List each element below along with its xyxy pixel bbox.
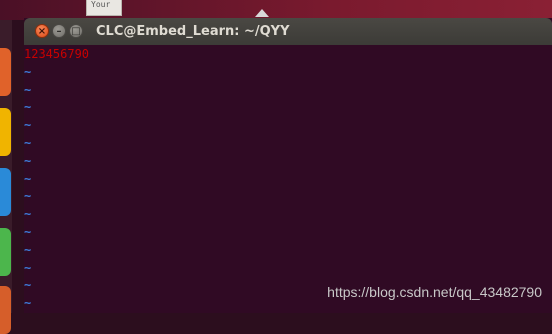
empty-line-marker: ~: [24, 225, 32, 239]
maximize-icon[interactable]: □: [69, 24, 83, 38]
empty-line-marker: ~: [24, 100, 32, 115]
launcher-item-office-icon[interactable]: [0, 228, 11, 276]
watermark-text: https://blog.csdn.net/qq_43482790: [327, 284, 542, 300]
empty-line-marker: ~: [24, 153, 32, 168]
launcher-item-app-icon[interactable]: [0, 168, 11, 216]
desktop-background: Your: [0, 0, 552, 20]
close-icon[interactable]: ×: [35, 24, 49, 38]
empty-line-marker: ~: [24, 189, 32, 204]
empty-line-marker: ~: [24, 118, 32, 133]
window-titlebar[interactable]: × – □ CLC@Embed_Learn: ~/QYY: [24, 18, 552, 45]
launcher-item-software-icon[interactable]: [0, 286, 11, 334]
launcher-item-browser-icon[interactable]: [0, 108, 11, 156]
empty-line-marker: ~: [24, 207, 32, 222]
vim-editor-area[interactable]: 123456790 ~ ~ ~ ~ ~ ~ ~ ~ ~ ~ ~ ~ ~ ~: [24, 45, 552, 313]
empty-line-marker: ~: [24, 260, 32, 275]
launcher-item-files-icon[interactable]: [0, 48, 11, 96]
terminal-window: × – □ CLC@Embed_Learn: ~/QYY 123456790 ~…: [24, 18, 552, 313]
minimize-icon[interactable]: –: [52, 24, 66, 38]
editor-line: 123456790: [24, 47, 90, 61]
empty-line-marker: ~: [24, 242, 32, 257]
panel-arrow-icon: [255, 9, 269, 17]
empty-line-marker: ~: [24, 171, 32, 186]
empty-line-marker: ~: [24, 64, 32, 79]
launcher: [0, 20, 12, 334]
empty-line-marker: ~: [24, 136, 32, 150]
empty-line-marker: ~: [24, 296, 32, 311]
empty-line-marker: ~: [24, 278, 32, 293]
empty-line-marker: ~: [24, 82, 32, 97]
window-title: CLC@Embed_Learn: ~/QYY: [96, 24, 290, 39]
desktop-note-icon[interactable]: Your: [86, 0, 122, 16]
